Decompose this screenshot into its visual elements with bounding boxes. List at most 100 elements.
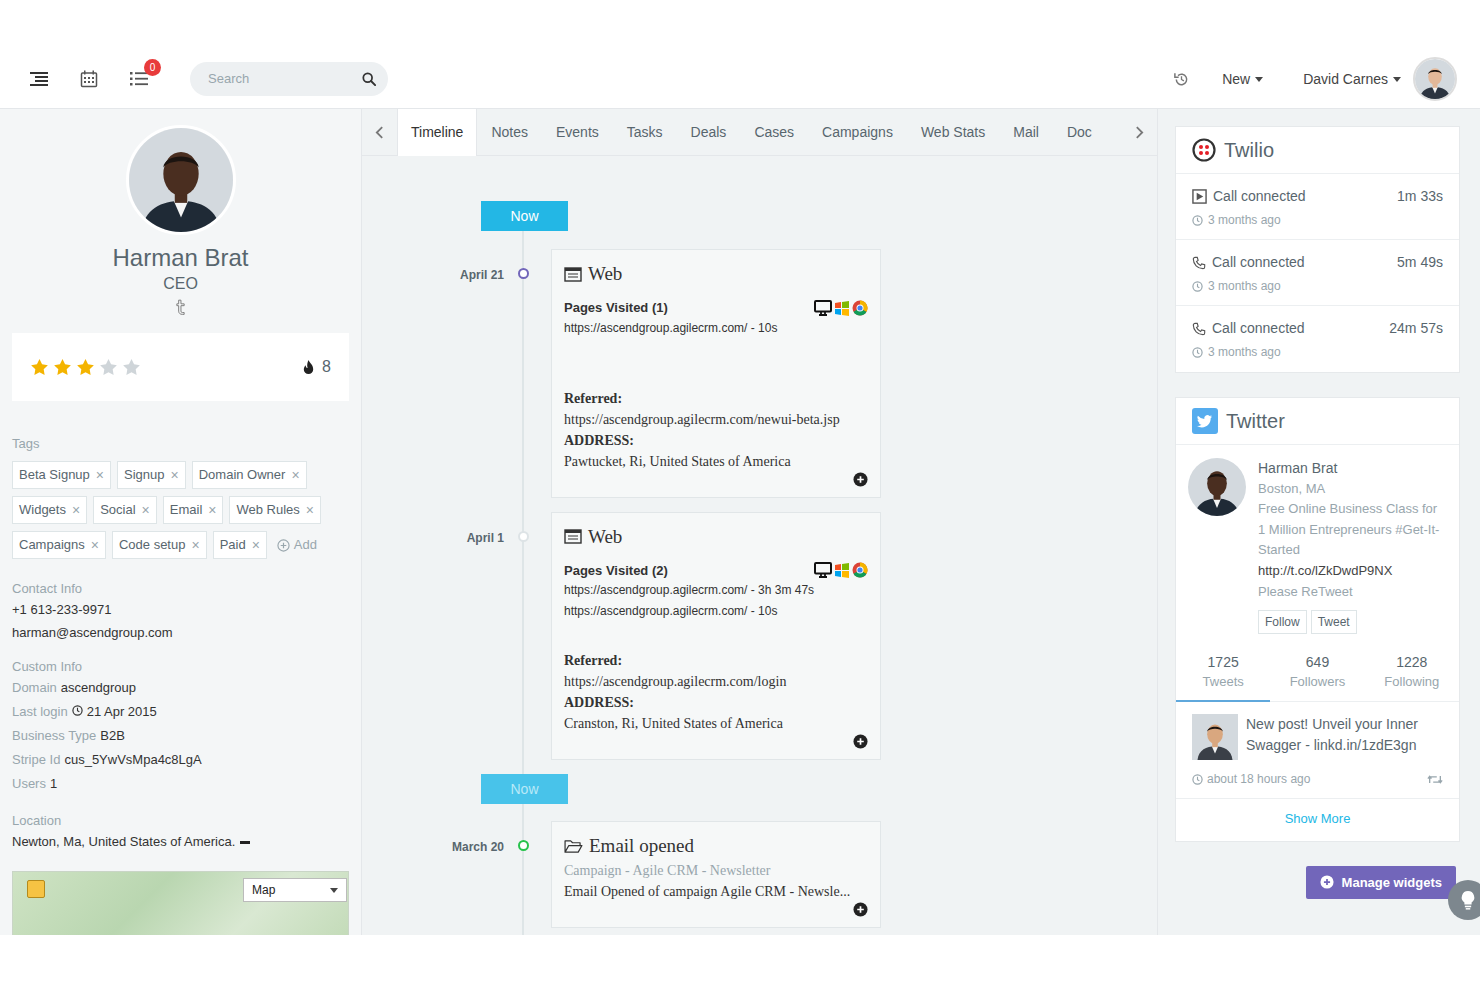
phone[interactable]: +1 613-233-9971	[12, 598, 349, 621]
flag-icon	[240, 841, 250, 844]
tab[interactable]: Deals	[677, 109, 741, 156]
call-row[interactable]: Call connected3 months ago5m 49s	[1176, 240, 1459, 306]
now-marker[interactable]: Now	[481, 201, 568, 231]
tag-remove-button[interactable]: ×	[91, 535, 99, 556]
tumblr-icon[interactable]	[175, 299, 186, 316]
retweet-icon[interactable]	[1427, 774, 1443, 785]
user-menu[interactable]: David Carnes	[1303, 69, 1401, 90]
call-row[interactable]: Call connected3 months ago1m 33s	[1176, 174, 1459, 240]
plus-circle-icon[interactable]	[853, 734, 868, 749]
tab[interactable]: Doc	[1053, 109, 1106, 156]
tab[interactable]: Cases	[740, 109, 808, 156]
field-value: 1	[50, 776, 57, 791]
plus-circle-icon[interactable]	[853, 472, 868, 487]
widget-header: Twilio	[1176, 127, 1459, 174]
star-icon[interactable]	[53, 358, 72, 377]
email[interactable]: harman@ascendgroup.com	[12, 621, 349, 644]
star-icon[interactable]	[30, 358, 49, 377]
tag-remove-button[interactable]: ×	[191, 535, 199, 556]
star-icon[interactable]	[122, 358, 141, 377]
call-time-row: 3 months ago	[1192, 211, 1306, 229]
tag-chip: Code setup×	[112, 531, 207, 559]
tab[interactable]: Tasks	[613, 109, 677, 156]
search-input[interactable]	[206, 68, 362, 90]
tag-remove-button[interactable]: ×	[142, 500, 150, 521]
map-type-select[interactable]: Map	[243, 878, 347, 902]
plus-circle-icon	[277, 539, 290, 552]
stat-label: Followers	[1270, 672, 1364, 692]
lightbulb-icon	[1459, 889, 1477, 911]
field-label: Domain	[12, 680, 57, 695]
manage-widgets-button[interactable]: Manage widgets	[1306, 866, 1456, 900]
tag-remove-button[interactable]: ×	[291, 465, 299, 486]
help-button[interactable]	[1448, 880, 1480, 920]
user-avatar[interactable]	[1413, 57, 1457, 101]
timeline-dot	[518, 840, 529, 851]
title-text: Web	[588, 262, 622, 286]
star-icon[interactable]	[76, 358, 95, 377]
menu-icon[interactable]	[28, 68, 50, 90]
star-rating[interactable]	[30, 358, 141, 377]
user-name: David Carnes	[1303, 69, 1388, 90]
pages-list: https://ascendgroup.agilecrm.com/ - 10s	[564, 318, 868, 380]
stat-tab[interactable]: 1725Tweets	[1176, 646, 1270, 702]
pages-head: Pages Visited (1)	[564, 298, 868, 318]
stat-tab[interactable]: 649Followers	[1270, 646, 1364, 702]
add-tag-button[interactable]: Add	[273, 531, 321, 559]
field-value: ascendgroup	[61, 680, 136, 695]
new-label: New	[1222, 69, 1250, 90]
now-marker[interactable]: Now	[481, 774, 568, 804]
history-icon[interactable]	[1173, 71, 1190, 88]
tag-chip: Social×	[93, 496, 157, 524]
address-label: ADDRESS:	[564, 695, 634, 710]
tasks-icon[interactable]	[130, 72, 148, 86]
caret-icon	[1255, 77, 1263, 82]
tag-remove-button[interactable]: ×	[306, 500, 314, 521]
address-value: Cranston, Ri, United States of America	[564, 713, 868, 734]
title-text: Email opened	[589, 834, 694, 858]
caret-icon	[1393, 77, 1401, 82]
search-icon[interactable]	[362, 72, 376, 86]
tasks-button[interactable]: 0	[128, 68, 150, 90]
call-ago: 3 months ago	[1208, 277, 1281, 295]
show-more-link[interactable]: Show More	[1176, 798, 1459, 841]
clock-icon	[1192, 347, 1203, 358]
follow-button[interactable]: Follow	[1258, 610, 1307, 634]
post-meta: about 18 hours ago	[1176, 770, 1459, 798]
chrome-icon	[852, 562, 868, 578]
tag-remove-button[interactable]: ×	[171, 465, 179, 486]
tab[interactable]: Events	[542, 109, 613, 156]
tab[interactable]: Web Stats	[907, 109, 999, 156]
location-value: Newton, Ma, United States of America.	[12, 834, 235, 849]
tab[interactable]: Campaigns	[808, 109, 907, 156]
calendar-icon[interactable]	[78, 68, 100, 90]
add-label: Add	[294, 535, 317, 555]
tab[interactable]: Mail	[999, 109, 1053, 156]
timeline-line	[522, 231, 524, 935]
clock-icon	[72, 705, 83, 716]
tab[interactable]: Notes	[477, 109, 542, 156]
tweet-button[interactable]: Tweet	[1311, 610, 1357, 634]
profile-link[interactable]: http://t.co/lZkDwdP9NX	[1258, 561, 1447, 582]
tag-remove-button[interactable]: ×	[72, 500, 80, 521]
widget-header: Twitter	[1176, 398, 1459, 445]
pages-label: Pages Visited (1)	[564, 298, 668, 318]
page-url: https://ascendgroup.agilecrm.com/ - 10s	[564, 318, 868, 339]
tag-remove-button[interactable]: ×	[96, 465, 104, 486]
dot-column	[508, 821, 538, 928]
stat-tab[interactable]: 1228Following	[1365, 646, 1459, 702]
call-row[interactable]: Call connected3 months ago24m 57s	[1176, 306, 1459, 372]
street-view-icon[interactable]	[27, 880, 45, 898]
plus-circle-icon[interactable]	[853, 902, 868, 917]
tag-chip: Email×	[163, 496, 224, 524]
star-icon[interactable]	[99, 358, 118, 377]
tag-remove-button[interactable]: ×	[208, 500, 216, 521]
chevron-right-icon[interactable]	[1122, 109, 1157, 156]
address-value: Pawtucket, Ri, United States of America	[564, 451, 868, 472]
field-label: Users	[12, 776, 46, 791]
profile-info: Harman BratBoston, MAFree Online Busines…	[1258, 458, 1447, 634]
tag-remove-button[interactable]: ×	[252, 535, 260, 556]
chevron-left-icon[interactable]	[362, 109, 397, 156]
new-menu[interactable]: New	[1222, 69, 1263, 90]
tab[interactable]: Timeline	[397, 109, 477, 156]
